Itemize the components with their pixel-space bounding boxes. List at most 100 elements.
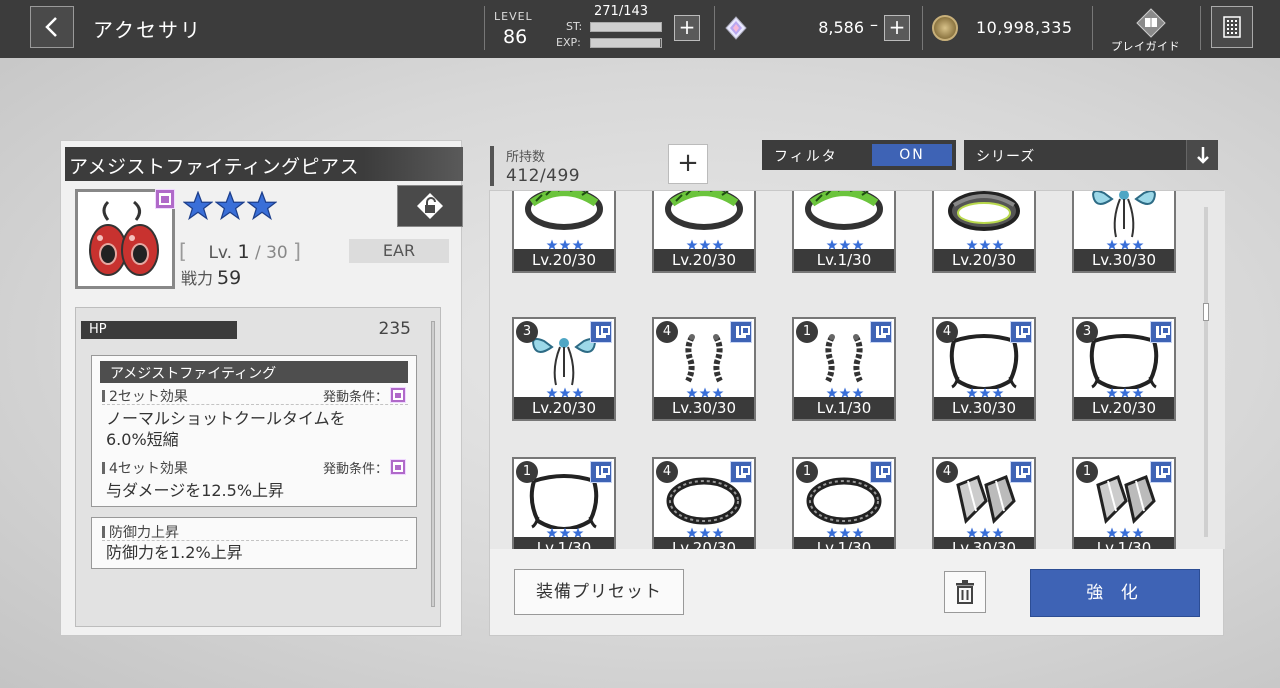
filter-toggle[interactable]: フィルタ ON xyxy=(762,140,956,170)
equip-type-icon xyxy=(590,321,612,343)
item-level: Lv.20/30 xyxy=(934,249,1034,271)
item-level: Lv.1/30 xyxy=(794,537,894,549)
grid-scroll-thumb[interactable] xyxy=(1203,303,1209,321)
series-sort-dropdown[interactable]: シリーズ xyxy=(964,140,1218,170)
inventory-item[interactable]: Lv.30/30 xyxy=(1072,191,1176,273)
own-count-label: 所持数 xyxy=(506,150,546,165)
inventory-item[interactable]: 1 Lv.1/30 xyxy=(1072,457,1176,549)
gem-plus-button[interactable]: + xyxy=(884,15,910,41)
item-level: Lv.1/30 xyxy=(794,249,894,271)
divider xyxy=(922,6,923,50)
inventory-item[interactable]: 4 Lv.30/30 xyxy=(932,457,1036,549)
hp-row: HP 235 xyxy=(81,319,411,341)
top-bar: アクセサリ LEVEL 86 271/143 ST: EXP: + 8,586 … xyxy=(0,0,1280,58)
sort-order-button[interactable] xyxy=(1186,140,1218,170)
inventory-item[interactable]: Lv.20/30 xyxy=(652,191,756,273)
inventory-item[interactable]: 4 Lv.30/30 xyxy=(652,317,756,421)
stamina-label: ST: xyxy=(566,20,583,33)
inventory-item[interactable]: 1 Lv.1/30 xyxy=(512,457,616,549)
divider xyxy=(714,6,715,50)
inventory-item[interactable]: 1 Lv.1/30 xyxy=(792,317,896,421)
gem-value: 8,586 xyxy=(818,18,864,37)
equip-type-icon xyxy=(870,321,892,343)
owned-count: 1 xyxy=(796,321,818,343)
inventory-grid[interactable]: Lv.20/30 Lv.20/30 Lv.1/30 Lv.20/30 Lv.30… xyxy=(490,191,1225,549)
item-level: Lv.30/30 xyxy=(934,397,1034,419)
stamina-bar-fill xyxy=(591,23,661,31)
rarity-badge xyxy=(390,459,406,475)
exp-bar xyxy=(590,38,662,48)
item-level: Lv.20/30 xyxy=(514,249,614,271)
equip-type-icon xyxy=(590,461,612,483)
own-count-marker xyxy=(490,146,494,186)
level-row: [ Lv. 1 / 30 ] xyxy=(179,239,301,263)
equip-type-icon xyxy=(1010,461,1032,483)
equip-type-icon xyxy=(730,461,752,483)
stamina-bar xyxy=(590,22,662,32)
item-level: Lv.30/30 xyxy=(654,397,754,419)
hp-value: 235 xyxy=(378,319,411,339)
guide-label[interactable]: プレイガイド xyxy=(1111,38,1180,54)
item-detail-panel: アメジストファイティングピアス [ Lv. 1 / 30 ] EAR 戦力59 xyxy=(60,140,463,636)
page-title: アクセサリ xyxy=(93,18,202,42)
inventory-item[interactable]: 3 Lv.20/30 xyxy=(1072,317,1176,421)
stamina-value: 271/143 xyxy=(594,4,649,19)
power-value: 59 xyxy=(217,267,242,289)
enhance-button[interactable]: 強 化 xyxy=(1030,569,1200,617)
filter-state[interactable]: ON xyxy=(872,144,952,166)
detail-scrollbar[interactable] xyxy=(431,321,435,607)
set2-desc-line1: ノーマルショットクールタイムを xyxy=(106,409,346,428)
inventory-item[interactable]: Lv.20/30 xyxy=(512,191,616,273)
owned-count: 3 xyxy=(1076,321,1098,343)
coin-icon xyxy=(932,15,958,41)
inventory-item[interactable]: 4 Lv.20/30 xyxy=(652,457,756,549)
inventory-item[interactable]: Lv.1/30 xyxy=(792,191,896,273)
delete-button[interactable] xyxy=(944,571,986,613)
level-label: LEVEL xyxy=(494,10,533,23)
star-icon xyxy=(183,191,213,221)
accessory-art-icon xyxy=(525,191,603,230)
equip-preset-button[interactable]: 装備プリセット xyxy=(514,569,684,615)
lock-toggle-button[interactable] xyxy=(397,185,463,227)
owned-count: 3 xyxy=(516,321,538,343)
divider xyxy=(102,404,408,405)
exp-bar-fill xyxy=(591,39,660,47)
set2-description: ノーマルショットクールタイムを 6.0%短縮 xyxy=(106,408,406,450)
power-row: 戦力 59 xyxy=(181,265,241,289)
guide-book-icon[interactable] xyxy=(1136,8,1166,38)
hp-label: HP xyxy=(81,321,237,339)
inventory-item[interactable]: Lv.20/30 xyxy=(932,191,1036,273)
item-level: Lv.20/30 xyxy=(654,537,754,549)
grid-scrollbar[interactable] xyxy=(1204,207,1208,537)
item-level: Lv.30/30 xyxy=(1074,249,1174,271)
star-icon xyxy=(247,191,277,221)
own-count-value: 412/499 xyxy=(506,166,581,186)
stamina-plus-button[interactable]: + xyxy=(674,15,700,41)
set-effect-card: アメジストファイティング 2セット効果 発動条件： ノーマルショットクールタイム… xyxy=(91,355,417,507)
set4-description: 与ダメージを12.5%上昇 xyxy=(106,481,285,500)
item-level: Lv.20/30 xyxy=(654,249,754,271)
item-level: Lv.1/30 xyxy=(794,397,894,419)
menu-button[interactable] xyxy=(1211,6,1253,48)
coin-value: 10,998,335 xyxy=(976,18,1073,37)
item-level: Lv.1/30 xyxy=(1074,537,1174,549)
set4-condition: 発動条件： xyxy=(322,462,388,477)
rarity-badge xyxy=(155,189,175,209)
accessory-art-icon xyxy=(665,191,743,230)
owned-count: 4 xyxy=(656,461,678,483)
equip-type-icon xyxy=(870,461,892,483)
owned-count: 4 xyxy=(936,461,958,483)
exp-label: EXP: xyxy=(556,36,581,49)
expand-inventory-button[interactable]: + xyxy=(668,144,708,184)
inventory-item[interactable]: 3 Lv.20/30 xyxy=(512,317,616,421)
back-button[interactable] xyxy=(30,6,74,48)
inventory-item[interactable]: 4 Lv.30/30 xyxy=(932,317,1036,421)
divider xyxy=(102,540,408,541)
defense-card: 防御力上昇 防御力を1.2%上昇 xyxy=(91,517,417,569)
equip-type-icon xyxy=(1150,321,1172,343)
inventory-item[interactable]: 1 Lv.1/30 xyxy=(792,457,896,549)
gem-dash: – xyxy=(870,15,878,34)
item-name: アメジストファイティングピアス xyxy=(65,147,463,181)
owned-count: 1 xyxy=(1076,461,1098,483)
filter-label: フィルタ xyxy=(774,149,838,165)
